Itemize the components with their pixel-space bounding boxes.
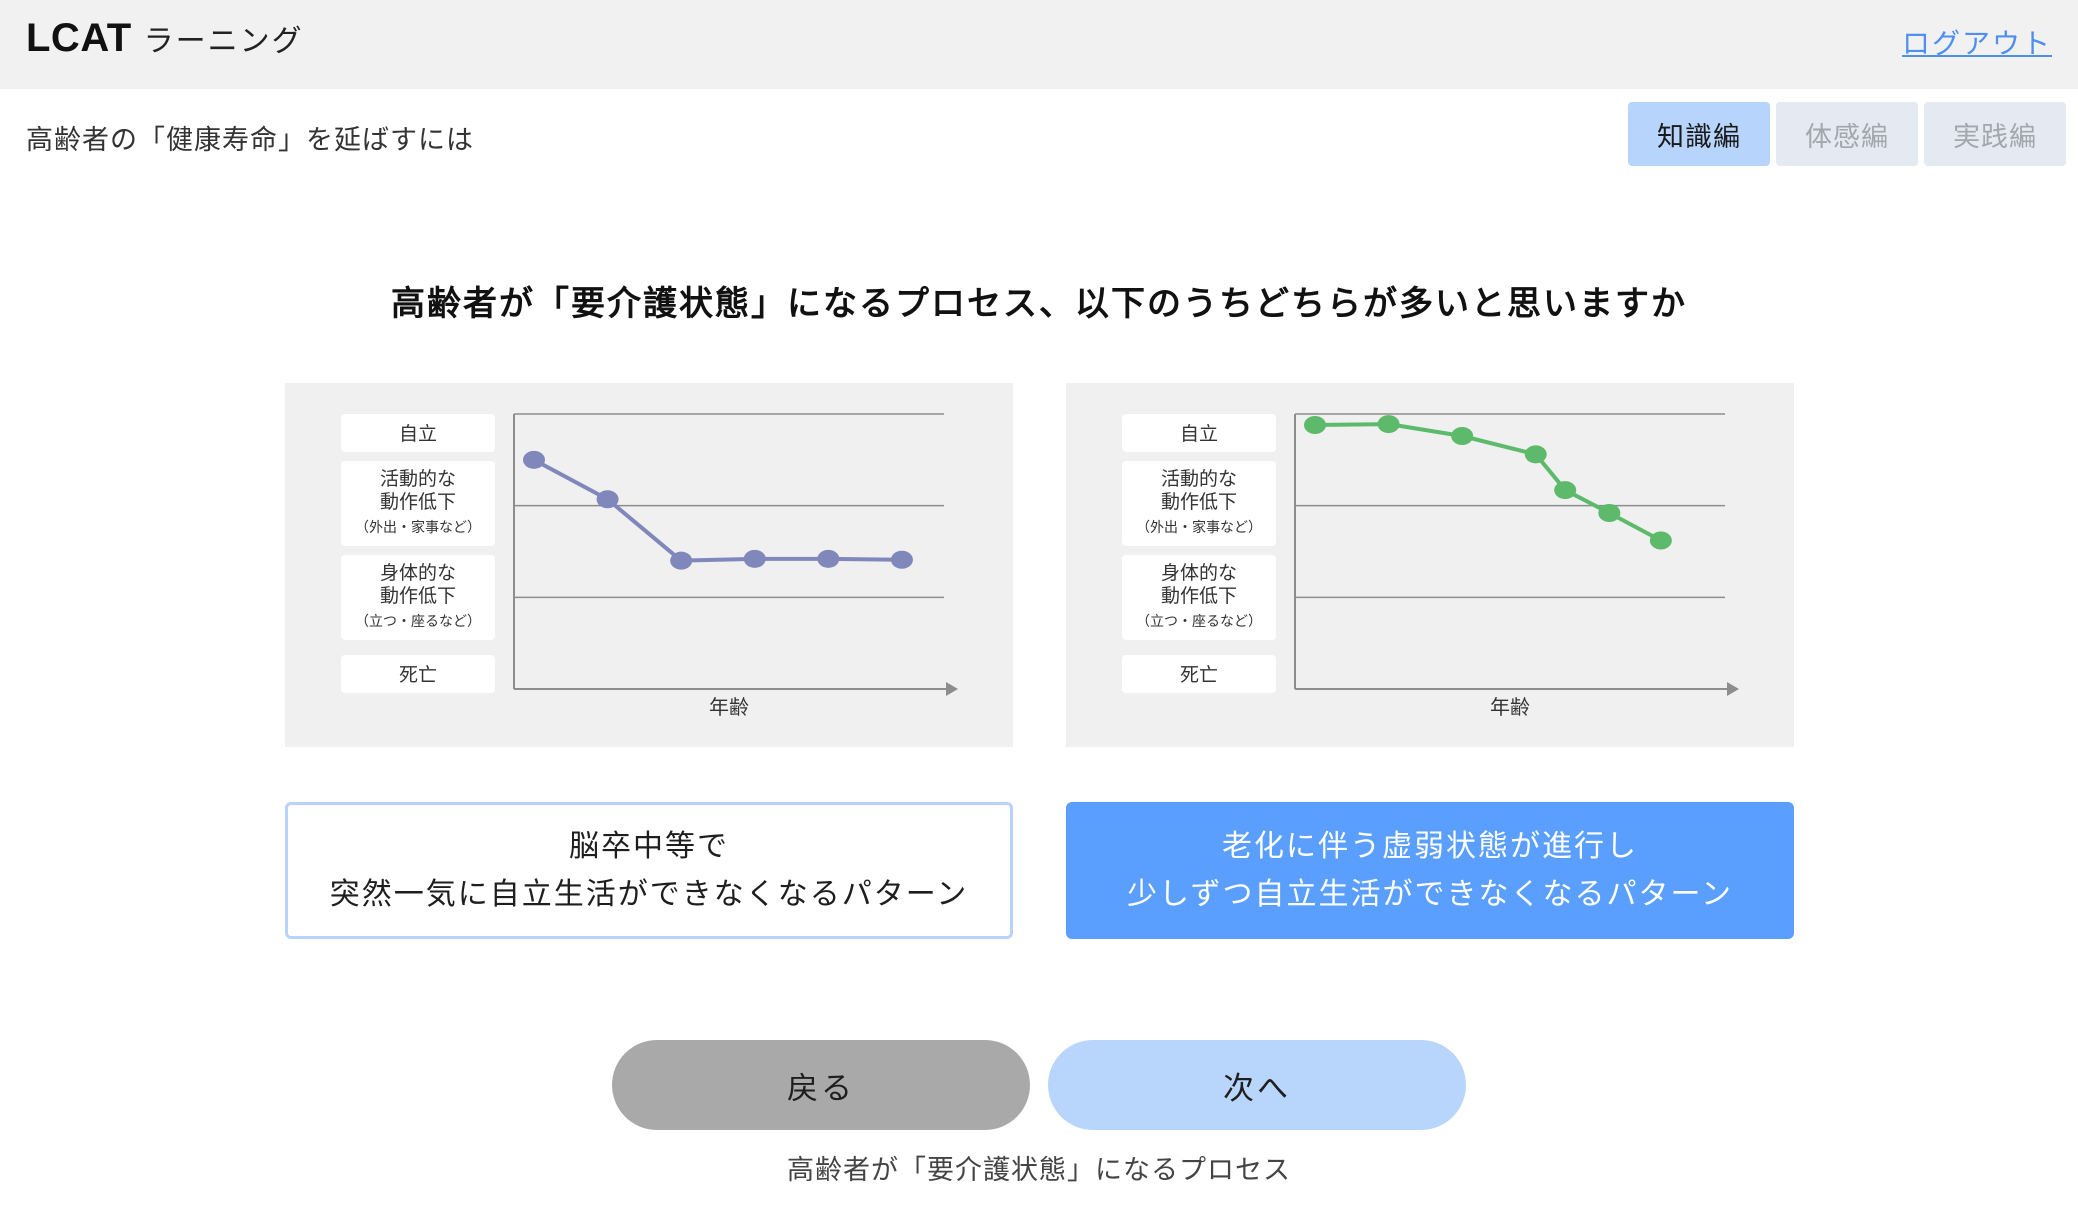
data-point: [1649, 531, 1672, 550]
data-point: [1598, 504, 1621, 522]
x-axis-arrow-icon: [946, 682, 958, 696]
x-axis-label: 年齢: [709, 695, 749, 719]
x-axis-arrow-icon: [1727, 682, 1739, 696]
y-level-label: 活動的な: [380, 468, 456, 490]
data-point: [1524, 445, 1547, 464]
option-line: 脳卒中等で: [569, 828, 729, 864]
y-level-label: 自立: [1180, 423, 1218, 445]
option-line: 老化に伴う虚弱状態が進行し: [1222, 828, 1638, 864]
option-line: 突然一気に自立生活ができなくなるパターン: [329, 876, 969, 912]
y-level-note: （外出・家事など）: [355, 519, 481, 536]
y-level-label: 動作低下: [1161, 585, 1237, 607]
y-level-label: 死亡: [399, 664, 437, 686]
data-point: [1377, 415, 1400, 434]
y-level-label: 自立: [399, 423, 437, 445]
data-point: [670, 551, 693, 570]
section-tabs: 知識編 体感編 実践編: [1628, 102, 2066, 166]
chart-gradual-decline: 年齢自立活動的な動作低下（外出・家事など）身体的な動作低下（立つ・座るなど）死亡: [1122, 413, 1739, 719]
series-line: [1314, 422, 1662, 543]
brand-name: LCAT: [26, 16, 132, 60]
back-button[interactable]: 戻る: [612, 1040, 1030, 1130]
page-subtitle: 高齢者の「健康寿命」を延ばすには: [26, 125, 474, 156]
app-header: LCAT ラーニング ログアウト: [0, 0, 2078, 89]
y-level-label: 動作低下: [380, 585, 456, 607]
data-point: [1451, 427, 1474, 445]
y-level-note: （外出・家事など）: [1136, 519, 1262, 536]
tab-knowledge[interactable]: 知識編: [1628, 102, 1770, 166]
data-point: [1304, 416, 1326, 434]
tab-experience[interactable]: 体感編: [1776, 102, 1918, 166]
series-line: [533, 458, 902, 563]
data-point: [1554, 481, 1577, 500]
data-point: [817, 549, 840, 568]
page-caption: 高齢者が「要介護状態」になるプロセス: [787, 1155, 1291, 1186]
data-point: [523, 450, 545, 469]
question-heading: 高齢者が「要介護状態」になるプロセス、以下のうちどちらが多いと思いますか: [391, 284, 1687, 324]
data-point: [743, 549, 766, 568]
option-sudden-pattern[interactable]: 脳卒中等で 突然一気に自立生活ができなくなるパターン: [285, 802, 1013, 939]
y-level-label: 動作低下: [1161, 491, 1237, 513]
option-line: 少しずつ自立生活ができなくなるパターン: [1127, 876, 1733, 912]
option-gradual-pattern[interactable]: 老化に伴う虚弱状態が進行し 少しずつ自立生活ができなくなるパターン: [1066, 802, 1794, 939]
brand-logo: LCAT ラーニング: [26, 16, 304, 61]
y-level-label: 動作低下: [380, 491, 456, 513]
y-level-label: 身体的な: [380, 562, 456, 584]
y-level-label: 死亡: [1180, 664, 1218, 686]
y-level-label: 活動的な: [1161, 468, 1237, 490]
data-point: [596, 490, 619, 509]
y-level-note: （立つ・座るなど）: [355, 614, 481, 630]
data-point: [890, 550, 913, 569]
y-level-note: （立つ・座るなど）: [1136, 614, 1262, 630]
chart-sudden-decline: 年齢自立活動的な動作低下（外出・家事など）身体的な動作低下（立つ・座るなど）死亡: [341, 413, 958, 719]
next-button[interactable]: 次へ: [1048, 1040, 1466, 1130]
tab-practice[interactable]: 実践編: [1924, 102, 2066, 166]
x-axis-label: 年齢: [1490, 695, 1530, 719]
brand-subtitle: ラーニング: [143, 24, 304, 59]
chart-panel-gradual: 年齢 自立 活動的な 動作低下 （外出・家事など） 身体的な 動作低下 （立つ・座るなど） 死亡: [1066, 383, 1794, 747]
y-level-label: 身体的な: [1161, 562, 1237, 584]
logout-link[interactable]: ログアウト: [1902, 22, 2052, 62]
chart-panel-sudden: 年齢 自立 活動的な 動作低下 （外出・家事など） 身体的な 動作低下 （立つ・座るなど） 死亡: [285, 383, 1013, 747]
